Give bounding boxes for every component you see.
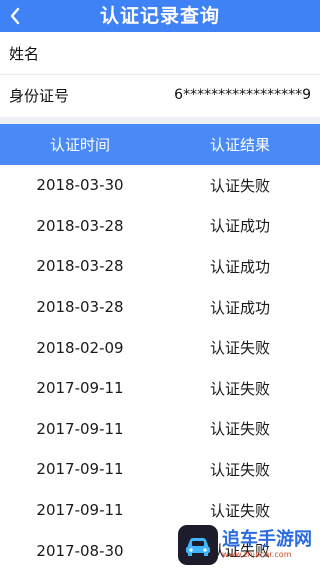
- table-row: 2017-09-11 认证失败: [0, 409, 320, 450]
- table-row: 2017-09-11 认证失败: [0, 449, 320, 490]
- record-date: 2018-03-28: [36, 298, 124, 317]
- record-date: 2017-09-11: [36, 419, 124, 438]
- record-result: 认证失败: [209, 460, 270, 479]
- watermark-url: www.zhuicar.com: [222, 550, 292, 559]
- record-result: 认证成功: [209, 217, 270, 236]
- table-row: 2018-03-28 认证成功: [0, 206, 320, 247]
- table-row: 2018-03-28 认证成功: [0, 246, 320, 287]
- app-header: 认证记录查询: [0, 0, 320, 32]
- record-result: 认证失败: [209, 379, 270, 398]
- name-label: 姓名: [9, 44, 40, 63]
- record-date: 2018-02-09: [36, 338, 124, 357]
- table-row: 2017-09-11 认证失败: [0, 368, 320, 409]
- record-result: 认证失败: [209, 501, 270, 520]
- page-title: 认证记录查询: [99, 5, 220, 27]
- name-row: 姓名: [0, 33, 320, 73]
- record-date: 2018-03-28: [36, 216, 124, 235]
- id-number-label: 身份证号: [9, 86, 70, 105]
- record-date: 2018-03-28: [36, 257, 124, 276]
- record-date: 2017-09-11: [36, 460, 124, 479]
- column-header-result: 认证结果: [209, 136, 270, 154]
- record-result: 认证成功: [209, 257, 270, 276]
- record-date: 2017-09-11: [36, 501, 124, 520]
- section-gap: [0, 117, 320, 124]
- record-result: 认证成功: [209, 298, 270, 317]
- watermark-logo: 追车手游网 www.zhuicar.com: [178, 522, 320, 568]
- car-logo-icon: [178, 525, 218, 565]
- id-number-row: 身份证号 6*****************9: [0, 75, 320, 115]
- column-header-time: 认证时间: [49, 136, 110, 154]
- record-date: 2017-09-11: [36, 379, 124, 398]
- table-row: 2018-03-28 认证成功: [0, 287, 320, 328]
- record-result: 认证失败: [209, 420, 270, 439]
- record-result: 认证失败: [209, 176, 270, 195]
- record-date: 2018-03-30: [36, 176, 124, 195]
- record-date: 2017-08-30: [36, 541, 124, 560]
- watermark-title: 追车手游网: [222, 529, 312, 550]
- record-result: 认证失败: [209, 339, 270, 358]
- record-list: 2018-03-30 认证失败 2018-03-28 认证成功 2018-03-28 认证…: [0, 165, 320, 571]
- id-number-value: 6*****************9: [174, 87, 311, 103]
- table-row: 2018-02-09 认证失败: [0, 327, 320, 368]
- table-row: 2018-03-30 认证失败: [0, 165, 320, 206]
- table-header: 认证时间 认证结果: [0, 124, 320, 165]
